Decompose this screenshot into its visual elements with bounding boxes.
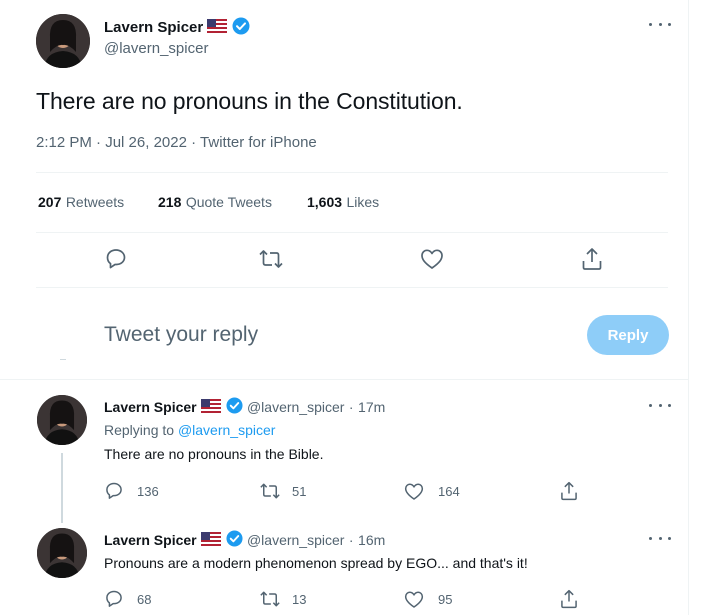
like-icon[interactable]	[404, 590, 424, 609]
tweet-text: There are no pronouns in the Constitutio…	[36, 88, 463, 114]
like-icon[interactable]	[404, 482, 424, 501]
more-options-icon[interactable]	[649, 531, 671, 545]
more-options-icon[interactable]	[649, 398, 671, 412]
replying-to-label: Replying to	[104, 422, 175, 438]
reply-icon[interactable]	[104, 589, 124, 609]
retweets-count: 207	[38, 194, 62, 210]
retweet-count: 51	[292, 484, 307, 499]
retweet-icon[interactable]	[258, 247, 284, 271]
share-icon[interactable]	[559, 588, 579, 610]
share-icon[interactable]	[559, 480, 579, 502]
reply-age[interactable]: 16m	[358, 532, 385, 548]
us-flag-icon	[201, 398, 222, 418]
meta-separator: ·	[191, 134, 197, 151]
like-count: 164	[438, 484, 460, 499]
reply-author-avatar[interactable]	[37, 528, 87, 578]
reply-author-handle[interactable]: @lavern_spicer	[247, 532, 344, 548]
tweet-time[interactable]: 2:12 PM	[36, 134, 92, 151]
reply-count: 68	[137, 592, 152, 607]
retweet-count: 13	[292, 592, 307, 607]
reply-header: Lavern Spicer @lavern_spicer · 17m	[104, 397, 385, 419]
verified-badge-icon	[225, 530, 243, 552]
reply-icon[interactable]	[104, 481, 124, 501]
verified-badge-icon	[225, 397, 243, 419]
reply-author-name[interactable]: Lavern Spicer	[104, 399, 197, 415]
divider	[0, 379, 689, 380]
author-name[interactable]: Lavern Spicer	[104, 19, 203, 36]
reply-text: There are no pronouns in the Bible.	[104, 446, 324, 462]
replying-to-handle[interactable]: @lavern_spicer	[178, 422, 275, 438]
author-avatar[interactable]	[36, 14, 90, 68]
like-icon[interactable]	[420, 248, 444, 270]
reply-count: 136	[137, 484, 159, 499]
tweet-date[interactable]: Jul 26, 2022	[105, 134, 187, 151]
meta-separator: ·	[348, 532, 354, 549]
share-icon[interactable]	[580, 246, 604, 272]
us-flag-icon	[207, 19, 228, 37]
reply-button[interactable]: Reply	[587, 315, 669, 355]
us-flag-icon	[201, 531, 222, 551]
quote-tweets-stat[interactable]: 218 Quote Tweets	[158, 194, 272, 212]
reply-author-handle[interactable]: @lavern_spicer	[247, 399, 344, 415]
reply-text: Pronouns are a modern phenomenon spread …	[104, 555, 528, 571]
reply-header: Lavern Spicer @lavern_spicer · 16m	[104, 530, 385, 552]
retweets-stat[interactable]: 207 Retweets	[38, 194, 124, 212]
tweet-meta: 2:12 PM · Jul 26, 2022 · Twitter for iPh…	[36, 134, 317, 151]
author-handle[interactable]: @lavern_spicer	[104, 40, 208, 57]
meta-separator: ·	[96, 134, 102, 151]
meta-separator: ·	[348, 399, 354, 416]
composer-mark	[60, 359, 66, 360]
likes-stat[interactable]: 1,603 Likes	[307, 194, 379, 212]
likes-label: Likes	[346, 194, 380, 210]
replying-to: Replying to @lavern_spicer	[104, 422, 275, 438]
retweet-icon[interactable]	[259, 589, 281, 609]
reply-input[interactable]: Tweet your reply	[104, 323, 258, 347]
like-count: 95	[438, 592, 453, 607]
quotes-count: 218	[158, 194, 182, 210]
retweet-icon[interactable]	[259, 481, 281, 501]
divider	[36, 172, 668, 173]
verified-badge-icon	[232, 17, 250, 39]
quotes-label: Quote Tweets	[185, 194, 272, 210]
tweet-source[interactable]: Twitter for iPhone	[200, 134, 317, 151]
timeline-border	[688, 0, 689, 615]
reply-author-name[interactable]: Lavern Spicer	[104, 532, 197, 548]
divider	[36, 287, 668, 288]
divider	[36, 232, 668, 233]
reply-age[interactable]: 17m	[358, 399, 385, 415]
reply-icon[interactable]	[104, 247, 128, 271]
likes-count: 1,603	[307, 194, 343, 210]
thread-connector	[61, 453, 63, 523]
reply-author-avatar[interactable]	[37, 395, 87, 445]
more-options-icon[interactable]	[649, 17, 671, 31]
retweets-label: Retweets	[65, 194, 125, 210]
